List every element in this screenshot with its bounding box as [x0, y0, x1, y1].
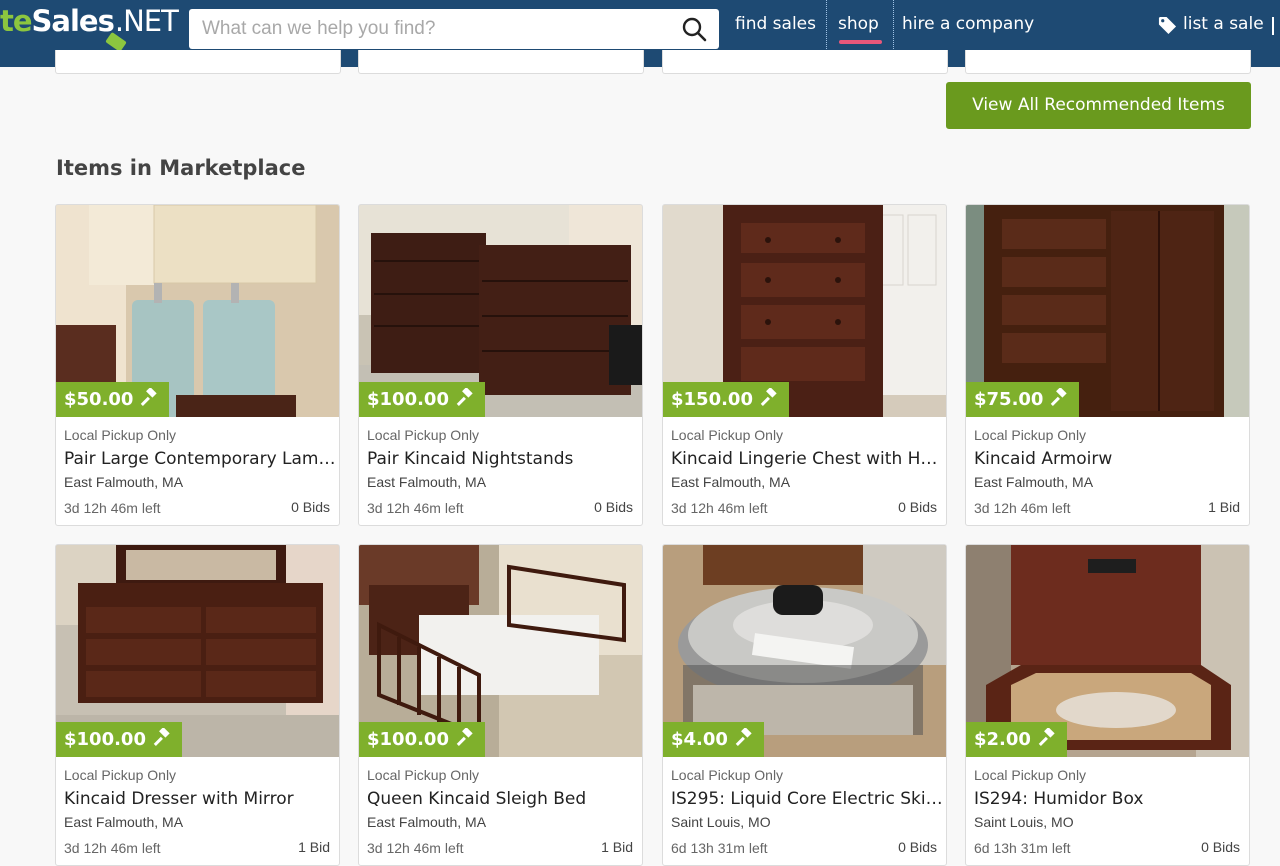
item-price-badge: $100.00: [56, 722, 182, 757]
marketplace-item-card[interactable]: $100.00 Local Pickup Only Queen Kincaid …: [358, 544, 643, 866]
recommended-card-remnant: [965, 50, 1251, 74]
item-pickup-note: Local Pickup Only: [671, 767, 784, 783]
item-time-left: 3d 12h 46m left: [974, 500, 1071, 516]
nav-hire-a-company[interactable]: hire a company: [902, 14, 1034, 34]
item-pickup-note: Local Pickup Only: [367, 767, 480, 783]
item-price: $100.00: [367, 389, 449, 410]
nav-divider: [1272, 17, 1274, 35]
view-all-recommended-button[interactable]: View All Recommended Items: [946, 82, 1251, 129]
item-pickup-note: Local Pickup Only: [974, 427, 1087, 443]
gavel-icon: [456, 728, 473, 746]
recommended-card-remnant: [358, 50, 644, 74]
item-title[interactable]: Pair Large Contemporary Lamps: [64, 449, 336, 469]
item-pickup-note: Local Pickup Only: [671, 427, 784, 443]
logo-text-prefix: te: [0, 4, 33, 38]
logo-text-main: Sales: [31, 4, 115, 38]
gavel-icon: [456, 388, 473, 406]
nav-shop-active-indicator: [839, 40, 882, 44]
gavel-icon: [153, 728, 170, 746]
recommended-card-remnant: [662, 50, 948, 74]
item-time-left: 3d 12h 46m left: [64, 500, 161, 516]
item-location: East Falmouth, MA: [64, 814, 184, 830]
item-location: East Falmouth, MA: [974, 474, 1094, 490]
marketplace-item-card[interactable]: $50.00 Local Pickup Only Pair Large Cont…: [55, 204, 340, 526]
logo-text-suffix: .NET: [114, 4, 179, 38]
gavel-icon: [141, 388, 158, 406]
nav-list-a-sale[interactable]: list a sale: [1183, 14, 1264, 34]
item-title[interactable]: Kincaid Dresser with Mirror: [64, 789, 336, 809]
site-logo[interactable]: teSales.NET: [0, 4, 179, 53]
search-input[interactable]: [189, 9, 669, 49]
item-price-badge: $75.00: [966, 382, 1080, 417]
item-time-left: 6d 13h 31m left: [974, 840, 1071, 856]
item-location: East Falmouth, MA: [671, 474, 791, 490]
item-price-badge: $150.00: [663, 382, 789, 417]
item-price: $50.00: [64, 389, 134, 410]
item-price: $150.00: [671, 389, 753, 410]
item-time-left: 3d 12h 46m left: [671, 500, 768, 516]
item-price: $75.00: [974, 389, 1044, 410]
item-location: Saint Louis, MO: [974, 814, 1074, 830]
item-time-left: 3d 12h 46m left: [367, 500, 464, 516]
item-pickup-note: Local Pickup Only: [64, 767, 177, 783]
item-price: $2.00: [974, 729, 1031, 750]
nav-find-sales[interactable]: find sales: [735, 14, 816, 34]
item-price: $4.00: [671, 729, 728, 750]
item-price-badge: $100.00: [359, 382, 485, 417]
item-title[interactable]: Queen Kincaid Sleigh Bed: [367, 789, 639, 809]
item-title[interactable]: IS294: Humidor Box: [974, 789, 1246, 809]
item-location: East Falmouth, MA: [367, 474, 487, 490]
tag-icon: [1158, 16, 1177, 35]
marketplace-item-card[interactable]: $100.00 Local Pickup Only Kincaid Dresse…: [55, 544, 340, 866]
item-location: East Falmouth, MA: [64, 474, 184, 490]
item-time-left: 3d 12h 46m left: [367, 840, 464, 856]
section-title-marketplace: Items in Marketplace: [56, 156, 306, 180]
item-title[interactable]: Kincaid Lingerie Chest with Hutch: [671, 449, 943, 469]
item-bid-count: 1 Bid: [1208, 499, 1240, 515]
marketplace-item-card[interactable]: $150.00 Local Pickup Only Kincaid Linger…: [662, 204, 947, 526]
marketplace-item-card[interactable]: $100.00 Local Pickup Only Pair Kincaid N…: [358, 204, 643, 526]
item-title[interactable]: Kincaid Armoirw: [974, 449, 1246, 469]
item-pickup-note: Local Pickup Only: [367, 427, 480, 443]
item-location: Saint Louis, MO: [671, 814, 771, 830]
gavel-icon: [1038, 728, 1055, 746]
marketplace-item-card[interactable]: $4.00 Local Pickup Only IS295: Liquid Co…: [662, 544, 947, 866]
item-pickup-note: Local Pickup Only: [64, 427, 177, 443]
marketplace-item-card[interactable]: $2.00 Local Pickup Only IS294: Humidor B…: [965, 544, 1250, 866]
item-price-badge: $4.00: [663, 722, 764, 757]
recommended-card-remnant: [55, 50, 341, 74]
item-price-badge: $100.00: [359, 722, 485, 757]
item-bid-count: 0 Bids: [594, 499, 633, 515]
gavel-icon: [735, 728, 752, 746]
nav-shop[interactable]: shop: [838, 14, 879, 34]
item-time-left: 6d 13h 31m left: [671, 840, 768, 856]
item-title[interactable]: IS295: Liquid Core Electric Skillet: [671, 789, 943, 809]
item-price-badge: $2.00: [966, 722, 1067, 757]
item-time-left: 3d 12h 46m left: [64, 840, 161, 856]
search-icon[interactable]: [681, 16, 707, 42]
item-bid-count: 0 Bids: [898, 499, 937, 515]
item-location: East Falmouth, MA: [367, 814, 487, 830]
item-bid-count: 0 Bids: [291, 499, 330, 515]
item-title[interactable]: Pair Kincaid Nightstands: [367, 449, 639, 469]
item-price: $100.00: [367, 729, 449, 750]
gavel-icon: [760, 388, 777, 406]
item-price-badge: $50.00: [56, 382, 170, 417]
search-box: [189, 9, 719, 49]
gavel-icon: [1051, 388, 1068, 406]
marketplace-item-card[interactable]: $75.00 Local Pickup Only Kincaid Armoirw…: [965, 204, 1250, 526]
item-price: $100.00: [64, 729, 146, 750]
item-pickup-note: Local Pickup Only: [974, 767, 1087, 783]
